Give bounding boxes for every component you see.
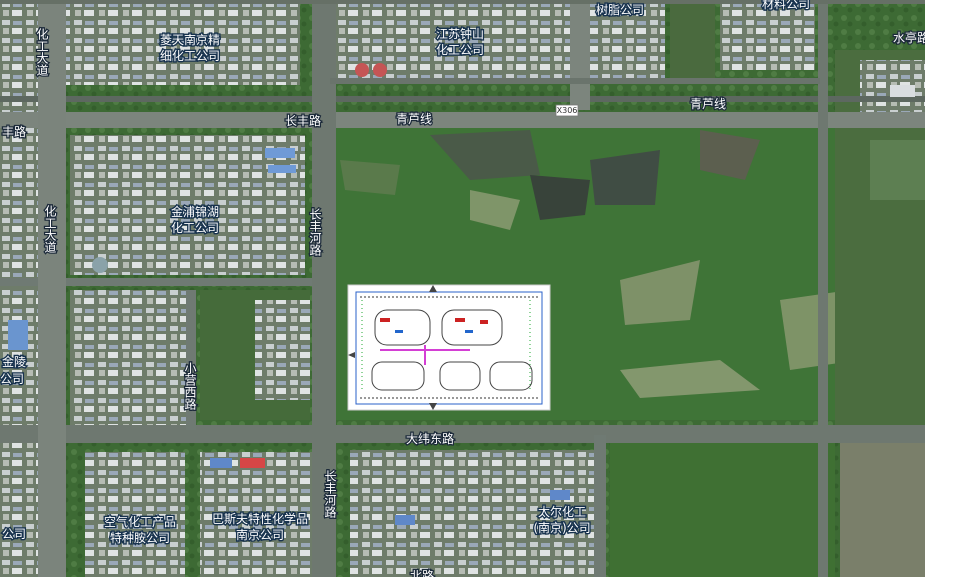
road-label-changfeng: 长丰路 <box>285 113 321 128</box>
poi-jinpu-line2[interactable]: 化工公司 <box>170 220 221 237</box>
poi-jinpu-line1[interactable]: 金浦锦湖 <box>170 203 221 221</box>
route-shield-x306: X306 <box>555 104 579 117</box>
right-margin <box>925 0 960 577</box>
poi-lingtian-line2[interactable]: 细化工公司 <box>159 48 222 65</box>
road-label-qinglu-east: 青芦线 <box>690 97 726 111</box>
poi-resin[interactable]: 树脂公司 <box>595 1 646 19</box>
road-label-xiaohexi: 小营西路 <box>183 362 197 411</box>
road-label-fengrui: 丰路 <box>2 124 26 139</box>
poi-air-line1[interactable]: 空气化工产品 <box>103 513 178 531</box>
poi-jinling-line1[interactable]: 金陵 <box>1 353 28 371</box>
poi-basf-line2[interactable]: 南京公司 <box>235 526 286 544</box>
plant-block-a <box>70 290 190 425</box>
poi-materials[interactable]: 材料公司 <box>761 0 812 12</box>
road-label-changfenghe-south: 长丰河路 <box>323 470 337 519</box>
road-label-huagong-mid: 化工大道 <box>43 205 57 253</box>
poi-basf-line1[interactable]: 巴斯夫特性化学品 <box>211 510 310 528</box>
road-label-shuiyu: 水亭路 <box>893 30 925 45</box>
poi-taier-line2[interactable]: (南京)公司 <box>532 519 592 537</box>
road-label-daweidong: 大纬东路 <box>406 431 454 446</box>
poi-air-line2[interactable]: 特种胺公司 <box>109 529 172 547</box>
poi-zhongshan-line1[interactable]: 江苏钟山 <box>435 25 486 43</box>
site-plan-overlay[interactable] <box>347 284 551 411</box>
road-label-bottom: 北路 <box>410 568 434 577</box>
road-label-qinglu-west: 青芦线 <box>396 112 432 126</box>
road-label-huagong-north: 化工大道 <box>35 28 49 76</box>
poi-lingtian-line1[interactable]: 菱天南京精 <box>159 31 222 49</box>
poi-zhongshan-line2[interactable]: 化工公司 <box>435 42 486 59</box>
map-canvas: X306 长丰路 青芦线 青芦线 大纬东路 丰路 水亭路 北路 化工大道 化工大… <box>0 0 925 577</box>
poi-jinling-line2[interactable]: 公司 <box>0 371 25 388</box>
route-shield-label: X306 <box>557 106 578 115</box>
satellite-map[interactable]: X306 长丰路 青芦线 青芦线 大纬东路 丰路 水亭路 北路 化工大道 化工大… <box>0 0 925 577</box>
road-label-changfenghe-north: 长丰河路 <box>308 208 322 257</box>
poi-left-bottom[interactable]: 公司 <box>1 526 28 543</box>
poi-taier-line1[interactable]: 太尔化工 <box>537 503 588 521</box>
